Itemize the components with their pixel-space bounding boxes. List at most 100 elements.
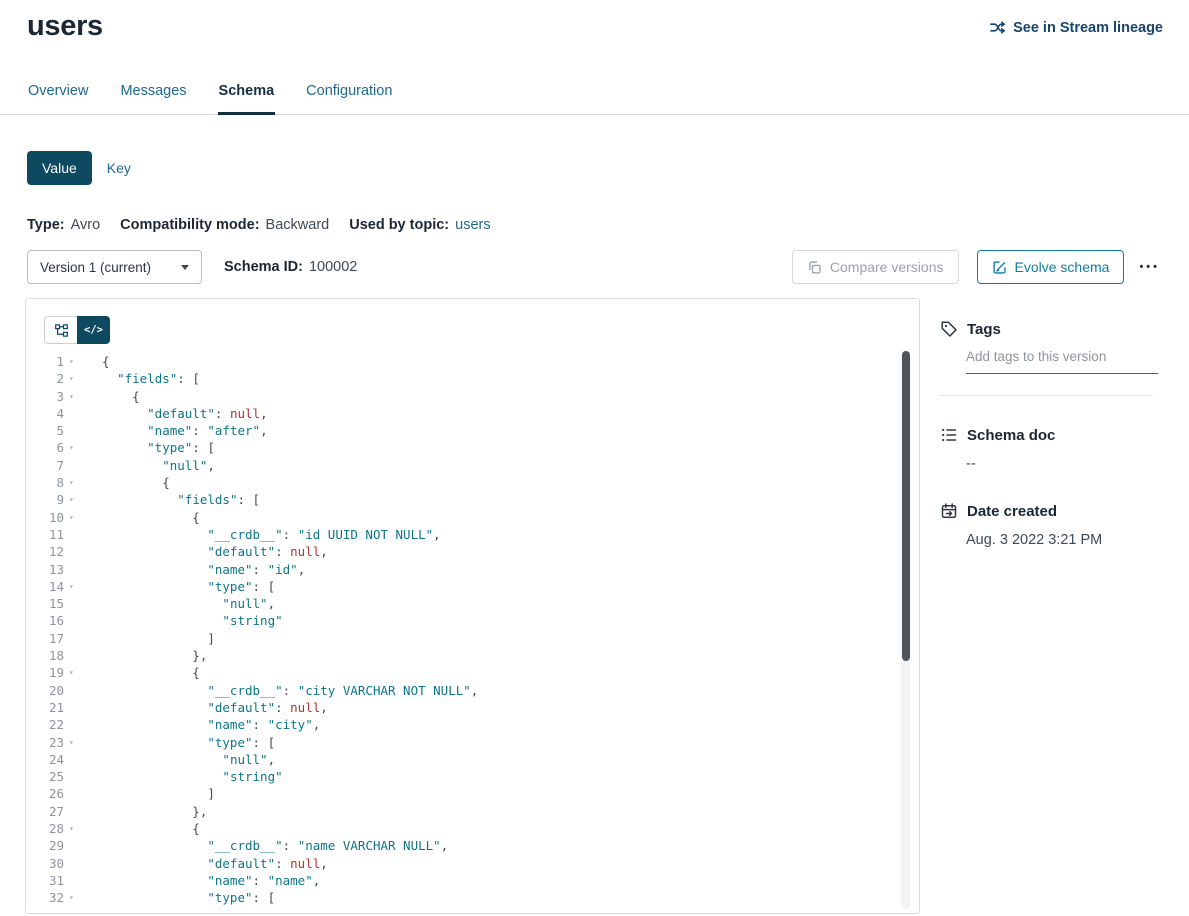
line-number: 15	[26, 595, 64, 612]
code-line: 21 "default": null,	[26, 699, 919, 716]
evolve-schema-button[interactable]: Evolve schema	[977, 250, 1125, 284]
fold-toggle-icon[interactable]: ▾	[64, 578, 79, 595]
version-select[interactable]: Version 1 (current)	[27, 250, 202, 284]
edit-icon	[992, 260, 1007, 275]
code-text: {	[79, 509, 200, 526]
toggle-key-button[interactable]: Key	[92, 151, 146, 185]
scrollbar-thumb[interactable]	[902, 351, 910, 661]
fold-spacer	[64, 716, 79, 733]
page-title: users	[27, 10, 103, 43]
compare-icon	[807, 260, 822, 275]
tab-schema[interactable]: Schema	[218, 75, 276, 114]
code-line: 5 "name": "after",	[26, 422, 919, 439]
tree-view-button[interactable]	[44, 316, 77, 344]
fold-toggle-icon[interactable]: ▾	[64, 474, 79, 491]
fold-toggle-icon[interactable]: ▾	[64, 439, 79, 456]
schema-doc-title: Schema doc	[967, 427, 1055, 444]
schema-id-label: Schema ID:	[224, 259, 303, 275]
doc-list-icon	[940, 426, 958, 444]
evolve-schema-label: Evolve schema	[1015, 259, 1110, 275]
scrollbar-track[interactable]	[901, 351, 910, 909]
code-line: 7 "null",	[26, 457, 919, 474]
tab-overview[interactable]: Overview	[27, 75, 89, 114]
fold-spacer	[64, 855, 79, 872]
code-text: "default": null,	[79, 543, 328, 560]
code-text: "default": null,	[79, 405, 268, 422]
fold-toggle-icon[interactable]: ▾	[64, 370, 79, 387]
code-text: ]	[79, 785, 215, 802]
fold-spacer	[64, 699, 79, 716]
fold-spacer	[64, 422, 79, 439]
code-text: ]	[79, 630, 215, 647]
fold-spacer	[64, 647, 79, 664]
fold-spacer	[64, 785, 79, 802]
date-created-title: Date created	[967, 503, 1057, 520]
line-number: 31	[26, 872, 64, 889]
stream-lineage-link[interactable]: See in Stream lineage	[989, 19, 1163, 36]
code-text: "default": null,	[79, 855, 328, 872]
fold-toggle-icon[interactable]: ▾	[64, 388, 79, 405]
fold-toggle-icon[interactable]: ▾	[64, 889, 79, 906]
code-line: 10▾ {	[26, 509, 919, 526]
fold-spacer	[64, 612, 79, 629]
toggle-value-button[interactable]: Value	[27, 151, 92, 185]
fold-toggle-icon[interactable]: ▾	[64, 820, 79, 837]
fold-toggle-icon[interactable]: ▾	[64, 509, 79, 526]
line-number: 30	[26, 855, 64, 872]
topic-link[interactable]: users	[455, 217, 490, 233]
line-number: 1	[26, 353, 64, 370]
fold-spacer	[64, 803, 79, 820]
line-number: 29	[26, 837, 64, 854]
meta-compatibility: Compatibility mode: Backward	[120, 217, 329, 233]
line-number: 13	[26, 561, 64, 578]
line-number: 7	[26, 457, 64, 474]
code-editor[interactable]: 1▾{2▾ "fields": [3▾ {4 "default": null,5…	[26, 353, 919, 907]
code-line: 4 "default": null,	[26, 405, 919, 422]
line-number: 23	[26, 734, 64, 751]
fold-spacer	[64, 630, 79, 647]
code-text: "fields": [	[79, 491, 260, 508]
fold-spacer	[64, 543, 79, 560]
line-number: 24	[26, 751, 64, 768]
code-text: "null",	[79, 751, 275, 768]
schema-id-value: 100002	[309, 259, 357, 275]
fold-toggle-icon[interactable]: ▾	[64, 353, 79, 370]
code-line: 18 },	[26, 647, 919, 664]
fold-spacer	[64, 595, 79, 612]
code-line: 19▾ {	[26, 664, 919, 681]
schema-doc-section: Schema doc --	[940, 426, 1165, 472]
fold-toggle-icon[interactable]: ▾	[64, 734, 79, 751]
chevron-down-icon	[181, 265, 189, 270]
line-number: 26	[26, 785, 64, 802]
add-tags-input[interactable]	[966, 342, 1158, 374]
code-text: "__crdb__": "name VARCHAR NULL",	[79, 837, 448, 854]
tag-icon	[940, 320, 958, 338]
schema-doc-value: --	[966, 456, 1165, 472]
fold-toggle-icon[interactable]: ▾	[64, 491, 79, 508]
more-options-button[interactable]: •••	[1137, 257, 1162, 277]
tab-bar: Overview Messages Schema Configuration	[0, 75, 1189, 115]
code-line: 28▾ {	[26, 820, 919, 837]
code-line: 22 "name": "city",	[26, 716, 919, 733]
code-view-button[interactable]: </>	[77, 316, 110, 344]
code-text: "name": "after",	[79, 422, 268, 439]
tab-messages[interactable]: Messages	[119, 75, 187, 114]
code-text: "type": [	[79, 889, 275, 906]
line-number: 27	[26, 803, 64, 820]
line-number: 14	[26, 578, 64, 595]
fold-spacer	[64, 405, 79, 422]
line-number: 20	[26, 682, 64, 699]
code-line: 1▾{	[26, 353, 919, 370]
code-text: "null",	[79, 595, 275, 612]
sidebar-divider	[940, 395, 1153, 396]
line-number: 6	[26, 439, 64, 456]
fold-spacer	[64, 526, 79, 543]
code-view-icon: </>	[84, 324, 103, 336]
tab-configuration[interactable]: Configuration	[305, 75, 393, 114]
fold-toggle-icon[interactable]: ▾	[64, 664, 79, 681]
code-line: 31 "name": "name",	[26, 872, 919, 889]
code-line: 23▾ "type": [	[26, 734, 919, 751]
line-number: 16	[26, 612, 64, 629]
compare-versions-button[interactable]: Compare versions	[792, 250, 959, 284]
code-text: {	[79, 664, 200, 681]
